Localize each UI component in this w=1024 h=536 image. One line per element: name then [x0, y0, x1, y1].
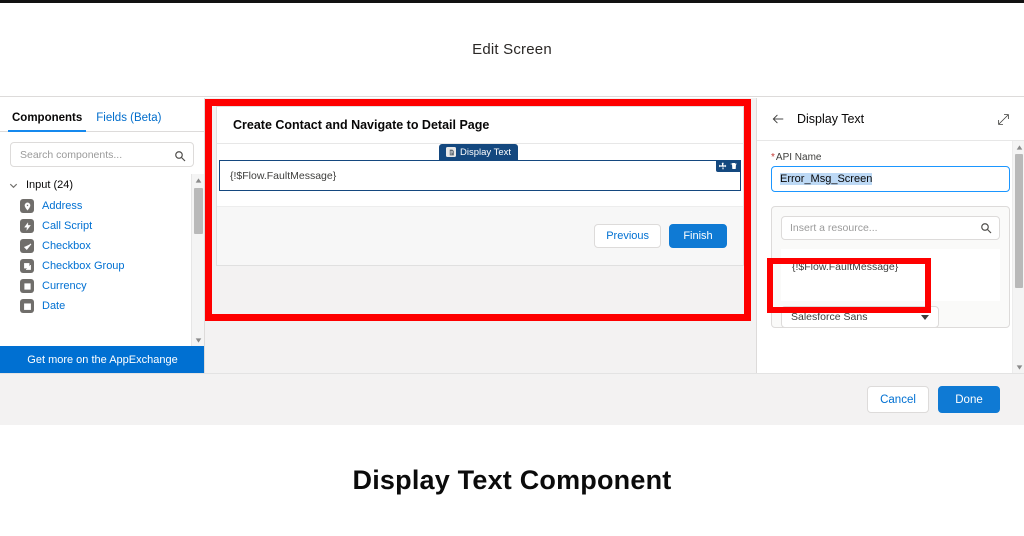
copy-icon	[20, 259, 34, 273]
list-item[interactable]: Address	[0, 196, 204, 216]
scroll-down-arrow-icon[interactable]	[192, 334, 204, 346]
list-item-label: Address	[42, 200, 83, 212]
list-item[interactable]: Checkbox Group	[0, 256, 204, 276]
scrollbar-thumb[interactable]	[194, 188, 203, 234]
appexchange-label: Get more on the AppExchange	[27, 353, 178, 366]
screen-label-text: Create Contact and Navigate to Detail Pa…	[233, 118, 490, 132]
list-item[interactable]: Call Script	[0, 216, 204, 236]
modal-footer: Cancel Done	[0, 373, 1024, 425]
done-button[interactable]: Done	[938, 386, 1000, 413]
document-icon	[446, 147, 456, 157]
caption-text: Display Text Component	[352, 465, 672, 495]
modal-header: Edit Screen	[0, 3, 1024, 97]
delete-icon[interactable]	[730, 157, 738, 175]
screen-preview-footer: Previous Finish	[217, 206, 743, 265]
properties-panel-title: Display Text	[797, 112, 865, 126]
insert-resource-placeholder: Insert a resource...	[790, 222, 878, 234]
tab-components[interactable]: Components	[8, 111, 92, 132]
caption-bar: Display Text Component	[0, 425, 1024, 536]
search-container	[0, 132, 204, 173]
properties-panel: Display Text *API Name Error_Msg_Screen	[756, 98, 1024, 373]
search-box[interactable]	[10, 142, 194, 167]
api-name-field[interactable]: Error_Msg_Screen	[771, 166, 1010, 192]
list-item-label: Checkbox	[42, 240, 91, 252]
calendar-icon	[20, 299, 34, 313]
checkmark-icon	[20, 239, 34, 253]
display-text-component-value: {!$Flow.FaultMessage}	[230, 169, 337, 182]
list-item[interactable]: Checkbox	[0, 236, 204, 256]
component-list: Input (24) Address Call Script Checkbox …	[0, 173, 204, 316]
screenshot-root: Edit Screen Components Fields (Beta) Sea…	[0, 0, 1024, 536]
api-name-value: Error_Msg_Screen	[780, 173, 873, 185]
search-icon	[980, 222, 992, 234]
rich-text-body[interactable]: {!$Flow.FaultMessage}	[781, 249, 1000, 301]
tab-fields-beta[interactable]: Fields (Beta)	[92, 111, 171, 132]
properties-panel-content: *API Name Error_Msg_Screen Insert a reso…	[757, 141, 1024, 328]
square-outline-icon	[20, 279, 34, 293]
list-item-label: Call Script	[42, 220, 93, 232]
previous-button-label: Previous	[606, 230, 649, 242]
display-text-component-slot[interactable]: Display Text {!$Flow.FaultMessage}	[217, 144, 743, 206]
font-family-select[interactable]: Salesforce Sans	[781, 306, 939, 327]
font-family-value: Salesforce Sans	[791, 311, 868, 323]
list-item-label: Checkbox Group	[42, 260, 125, 272]
insert-resource-input[interactable]: Insert a resource...	[781, 216, 1000, 240]
search-input[interactable]	[11, 143, 193, 166]
list-item-label: Currency	[42, 280, 87, 292]
screen-preview-header: Create Contact and Navigate to Detail Pa…	[217, 107, 743, 144]
search-icon	[174, 149, 186, 161]
caret-down-icon	[921, 314, 929, 320]
cancel-button[interactable]: Cancel	[867, 386, 929, 413]
display-text-component-tab-label: Display Text	[460, 146, 512, 158]
sidebar-tabs: Components Fields (Beta)	[0, 98, 204, 132]
location-pin-icon	[20, 199, 34, 213]
finish-button[interactable]: Finish	[669, 224, 727, 248]
cancel-button-label: Cancel	[880, 393, 916, 406]
expand-diagonal-icon[interactable]	[997, 113, 1010, 126]
required-marker: *	[771, 152, 775, 163]
scroll-down-arrow-icon[interactable]	[1013, 361, 1024, 373]
display-text-component-actions	[716, 160, 741, 172]
tab-fields-beta-label: Fields (Beta)	[96, 111, 162, 124]
done-button-label: Done	[955, 393, 983, 406]
rich-text-value: {!$Flow.FaultMessage}	[792, 261, 899, 273]
get-more-appexchange-button[interactable]: Get more on the AppExchange	[0, 346, 204, 373]
page-title: Edit Screen	[472, 41, 552, 58]
display-text-component-field[interactable]: {!$Flow.FaultMessage}	[219, 160, 741, 191]
chevron-down-icon	[8, 180, 19, 191]
component-group-input[interactable]: Input (24)	[0, 175, 204, 196]
lightning-bolt-icon	[20, 219, 34, 233]
finish-button-label: Finish	[683, 230, 713, 242]
screen-preview-card: Create Contact and Navigate to Detail Pa…	[216, 106, 744, 266]
arrow-left-icon[interactable]	[771, 112, 785, 126]
drag-handle-icon[interactable]	[718, 157, 727, 175]
components-sidebar: Components Fields (Beta) Search componen…	[0, 98, 205, 373]
scroll-up-arrow-icon[interactable]	[1013, 141, 1024, 153]
sidebar-scrollbar[interactable]	[191, 174, 204, 346]
api-name-label: *API Name	[771, 152, 1010, 163]
rich-text-editor: Insert a resource... {!$Flow.FaultMessag…	[771, 206, 1010, 328]
previous-button[interactable]: Previous	[594, 224, 661, 248]
scrollbar-thumb[interactable]	[1015, 154, 1023, 288]
api-name-label-text: API Name	[775, 152, 822, 163]
component-group-label: Input (24)	[26, 179, 74, 191]
tab-components-label: Components	[12, 111, 83, 124]
properties-panel-scrollbar[interactable]	[1012, 141, 1024, 373]
properties-panel-header: Display Text	[757, 98, 1024, 141]
list-item[interactable]: Currency	[0, 276, 204, 296]
list-item[interactable]: Date	[0, 296, 204, 316]
list-item-label: Date	[42, 300, 66, 312]
scroll-up-arrow-icon[interactable]	[192, 174, 204, 186]
display-text-component-tab[interactable]: Display Text	[439, 144, 519, 160]
